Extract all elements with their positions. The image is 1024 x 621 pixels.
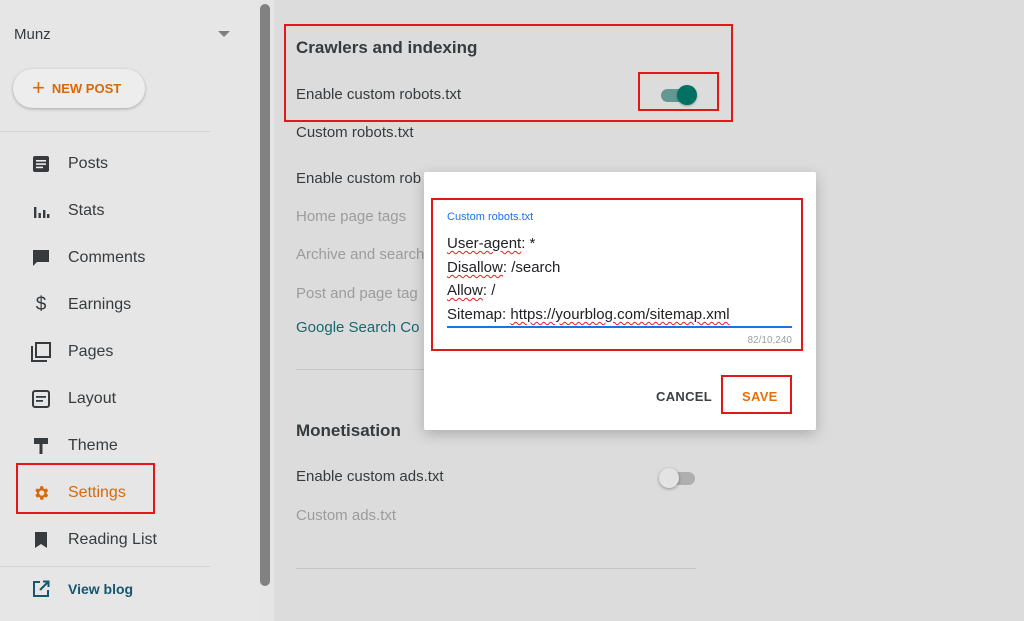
open-in-new-icon bbox=[30, 578, 52, 600]
robots-field-label: Custom robots.txt bbox=[447, 211, 534, 223]
sidebar-scrollbar[interactable] bbox=[260, 4, 270, 586]
layout-icon bbox=[30, 388, 52, 410]
robots-line-text: https://yourblog.com/sitemap.xml bbox=[510, 306, 730, 323]
comments-icon bbox=[30, 247, 52, 269]
custom-ads-label: Custom ads.txt bbox=[296, 507, 397, 524]
sidebar-item-label: Pages bbox=[68, 343, 114, 360]
sidebar-item-reading-list[interactable]: Reading List bbox=[30, 528, 157, 552]
robots-toggle[interactable] bbox=[659, 85, 697, 105]
sidebar-divider bbox=[0, 131, 210, 132]
section-divider bbox=[296, 568, 696, 569]
robots-textarea-line[interactable]: Sitemap: https://yourblog.com/sitemap.xm… bbox=[447, 306, 730, 323]
save-button[interactable]: SAVE bbox=[742, 389, 778, 404]
sidebar-item-label: Layout bbox=[68, 390, 117, 407]
sidebar-item-pages[interactable]: Pages bbox=[30, 340, 113, 364]
robots-line-text: User-agent bbox=[447, 235, 522, 252]
home-page-tags-label: Home page tags bbox=[296, 208, 407, 225]
enable-robots-header-label: Enable custom rob bbox=[296, 170, 422, 187]
robots-line-text: : * bbox=[521, 235, 536, 252]
sidebar-item-label: Earnings bbox=[68, 296, 132, 313]
sidebar-item-posts[interactable]: Posts bbox=[30, 152, 108, 176]
sidebar-item-label: Theme bbox=[68, 437, 118, 454]
sidebar-item-label: Reading List bbox=[68, 531, 157, 548]
robots-line-text: Sitemap: bbox=[447, 306, 511, 323]
robots-line-text: Allow bbox=[447, 282, 483, 299]
posts-icon bbox=[30, 153, 52, 175]
view-blog-link[interactable]: View blog bbox=[30, 577, 133, 601]
earnings-icon: $ bbox=[35, 294, 47, 315]
robots-textarea-line[interactable]: Disallow: /search bbox=[447, 259, 560, 276]
bookmark-icon bbox=[30, 529, 52, 551]
sidebar-item-theme[interactable]: Theme bbox=[30, 434, 118, 458]
sidebar-item-earnings[interactable]: $ Earnings bbox=[30, 293, 131, 317]
sidebar-divider bbox=[0, 566, 210, 567]
sidebar-item-settings[interactable]: Settings bbox=[30, 481, 126, 505]
sidebar-item-label: Stats bbox=[68, 202, 105, 219]
plus-icon: + bbox=[32, 74, 45, 100]
sidebar-item-label: Settings bbox=[68, 484, 126, 501]
sidebar-item-label: Comments bbox=[68, 249, 146, 266]
theme-icon bbox=[30, 435, 52, 457]
robots-line-text: : / bbox=[482, 282, 496, 299]
view-blog-label: View blog bbox=[68, 581, 134, 597]
new-post-button[interactable]: + NEW POST bbox=[13, 69, 145, 108]
google-search-console-link[interactable]: Google Search Co bbox=[296, 319, 419, 336]
archive-search-label: Archive and search bbox=[296, 246, 425, 263]
blog-name[interactable]: Munz bbox=[14, 26, 51, 43]
sidebar-item-stats[interactable]: Stats bbox=[30, 199, 104, 223]
crawlers-heading: Crawlers and indexing bbox=[296, 38, 478, 57]
robots-textarea-line[interactable]: Allow: / bbox=[447, 282, 495, 299]
pages-icon bbox=[30, 341, 52, 363]
new-post-label: NEW POST bbox=[51, 81, 122, 96]
monetisation-heading: Monetisation bbox=[296, 421, 401, 440]
blog-selector-caret-icon[interactable] bbox=[218, 31, 230, 37]
stats-icon bbox=[30, 200, 52, 222]
sidebar-item-layout[interactable]: Layout bbox=[30, 387, 116, 411]
toggle-knob bbox=[659, 468, 679, 488]
sidebar: Munz + NEW POST Posts Stats Comments $ E… bbox=[0, 0, 258, 621]
cancel-button[interactable]: CANCEL bbox=[656, 389, 712, 404]
robots-line-text: : /search bbox=[502, 259, 561, 276]
ads-toggle[interactable] bbox=[659, 468, 697, 488]
gear-icon bbox=[30, 482, 52, 504]
post-page-tags-label: Post and page tag bbox=[296, 285, 418, 302]
sidebar-item-label: Posts bbox=[68, 155, 109, 172]
custom-robots-label[interactable]: Custom robots.txt bbox=[296, 124, 414, 141]
enable-ads-label: Enable custom ads.txt bbox=[296, 468, 444, 485]
robots-textarea-focus-underline bbox=[447, 326, 792, 328]
enable-robots-label: Enable custom robots.txt bbox=[296, 86, 462, 103]
robots-textarea-line[interactable]: User-agent: * bbox=[447, 235, 535, 252]
robots-char-counter: 82/10,240 bbox=[747, 335, 793, 346]
toggle-knob bbox=[677, 85, 697, 105]
sidebar-item-comments[interactable]: Comments bbox=[30, 246, 145, 270]
robots-line-text: Disallow bbox=[447, 259, 503, 276]
